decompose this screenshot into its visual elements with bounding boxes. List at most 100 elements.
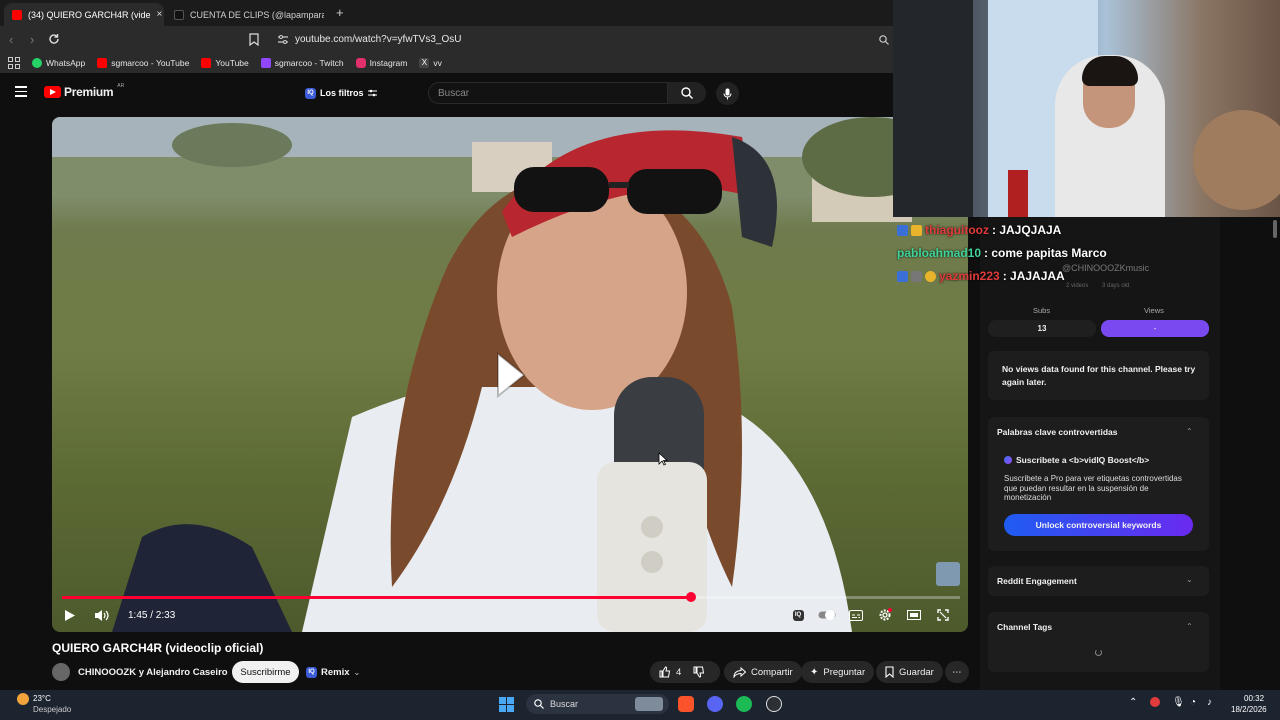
- chevron-down-icon[interactable]: ⌄: [1186, 575, 1193, 584]
- reload-icon[interactable]: [48, 33, 60, 45]
- like-button[interactable]: 4: [659, 666, 681, 678]
- bookmark-whatsapp[interactable]: WhatsApp: [32, 58, 85, 68]
- reddit-engagement-title[interactable]: Reddit Engagement: [997, 576, 1077, 586]
- weather-condition[interactable]: Despejado: [33, 705, 71, 714]
- microphone-icon[interactable]: 🎙: [1172, 697, 1185, 708]
- microphone-icon: [723, 88, 732, 99]
- brave-browser-icon[interactable]: [678, 696, 694, 712]
- controversial-keywords-title[interactable]: Palabras clave controvertidas: [997, 427, 1117, 437]
- bookmark-label: sgmarcoo - Twitch: [274, 58, 344, 68]
- taskbar-date[interactable]: 18/2/2026: [1231, 705, 1267, 714]
- chat-text: : come papitas Marco: [984, 246, 1107, 260]
- chevron-down-icon: ⌄: [353, 667, 361, 677]
- windows-start-icon[interactable]: [499, 697, 514, 712]
- save-button[interactable]: Guardar: [876, 661, 943, 683]
- search-input[interactable]: Buscar: [428, 82, 668, 104]
- speaker-icon[interactable]: ♪: [1207, 697, 1212, 708]
- bookmark-label: Instagram: [369, 58, 408, 68]
- chevron-up-icon[interactable]: ⌃: [1186, 622, 1193, 631]
- volume-icon[interactable]: [94, 609, 110, 622]
- subscribe-button[interactable]: Suscribirme: [232, 661, 299, 683]
- autoplay-toggle[interactable]: [817, 605, 837, 625]
- no-views-message: No views data found for this channel. Pl…: [1002, 364, 1196, 387]
- url-text: youtube.com/watch?v=yfwTVs3_OsU: [295, 34, 462, 45]
- bookmark-youtube[interactable]: YouTube: [201, 58, 249, 68]
- vidiq-filters-button[interactable]: IQ Los filtros: [305, 84, 377, 102]
- back-icon[interactable]: ‹: [9, 32, 13, 47]
- bookmark-instagram[interactable]: Instagram: [355, 58, 408, 68]
- tab-youtube[interactable]: (34) QUIERO GARCH4R (vide ×: [4, 3, 164, 26]
- apps-grid-icon[interactable]: [8, 57, 20, 69]
- thumbs-down-icon[interactable]: [693, 666, 705, 678]
- channel-name[interactable]: CHINOOOZK y Alejandro Caseiro: [78, 667, 228, 678]
- channel-watermark-avatar[interactable]: [936, 562, 960, 586]
- boost-description: Suscribete a Pro para ver etiquetas cont…: [1004, 474, 1182, 502]
- zoom-icon[interactable]: [879, 35, 889, 45]
- taskbar-search[interactable]: Buscar: [526, 694, 669, 714]
- obs-icon[interactable]: [766, 696, 782, 712]
- time-display: 1:45 / 2:33: [128, 610, 176, 621]
- channel-avatar[interactable]: [52, 663, 70, 681]
- bookmark-sgmarcoo-youtube[interactable]: sgmarcoo - YouTube: [97, 58, 189, 68]
- logo-text: Premium: [64, 85, 114, 99]
- instagram-icon: [355, 58, 366, 68]
- url-bar[interactable]: youtube.com/watch?v=yfwTVs3_OsU: [276, 30, 896, 49]
- center-play-icon[interactable]: [496, 352, 526, 398]
- x-icon: X: [419, 58, 430, 68]
- theater-mode-button[interactable]: [904, 605, 924, 625]
- chat-badge-icon: [911, 224, 922, 236]
- subtitles-button[interactable]: [846, 605, 866, 625]
- settings-button[interactable]: [875, 605, 895, 625]
- search-icon: [534, 699, 544, 709]
- forward-icon[interactable]: ›: [30, 32, 34, 47]
- chevron-up-icon[interactable]: ⌃: [1186, 427, 1193, 436]
- wifi-icon[interactable]: ◔: [1190, 697, 1196, 708]
- chat-message: thiaguitooz : JAJQJAJA: [897, 220, 1061, 240]
- bookmark-sgmarcoo-twitch[interactable]: sgmarcoo - Twitch: [260, 58, 344, 68]
- tray-app-icon[interactable]: [1150, 697, 1160, 707]
- tab-tiktok[interactable]: CUENTA DE CLIPS (@lapampara.clips: [166, 3, 324, 26]
- vidiq-player-button[interactable]: IQ: [788, 605, 808, 625]
- bookmark-star-icon[interactable]: [249, 33, 259, 46]
- loading-spinner-icon: [1095, 649, 1102, 656]
- youtube-premium-logo[interactable]: Premium AR: [44, 83, 124, 99]
- video-title: QUIERO GARCH4R (videoclip oficial): [52, 641, 264, 655]
- site-info-icon[interactable]: [278, 35, 288, 44]
- voice-search-button[interactable]: [716, 82, 739, 105]
- sliders-icon: [367, 89, 377, 97]
- twitch-icon: [260, 58, 271, 68]
- weather-icon[interactable]: [17, 693, 29, 705]
- views-label: Views: [1144, 306, 1164, 315]
- panel-scrollbar[interactable]: [1272, 217, 1277, 687]
- chevron-up-icon[interactable]: ⌃: [1129, 697, 1137, 708]
- taskbar-time[interactable]: 00:32: [1244, 694, 1264, 703]
- share-button[interactable]: Compartir: [724, 661, 802, 683]
- scrubber-handle[interactable]: [685, 592, 696, 602]
- hamburger-menu-icon[interactable]: [15, 86, 27, 100]
- weather-temperature[interactable]: 23°C: [33, 694, 51, 703]
- ask-label: Preguntar: [823, 666, 866, 678]
- remix-button[interactable]: IQ Remix ⌄: [306, 663, 360, 681]
- play-icon[interactable]: [64, 609, 76, 622]
- player-controls-right: IQ: [788, 605, 953, 625]
- fullscreen-button[interactable]: [933, 605, 953, 625]
- autoplay-toggle-icon: [818, 610, 836, 620]
- search-button[interactable]: [668, 82, 706, 104]
- subtitles-icon: [849, 609, 863, 621]
- new-tab-button[interactable]: +: [336, 5, 344, 20]
- bookmark-label: WhatsApp: [46, 58, 86, 68]
- spotify-icon[interactable]: [736, 696, 752, 712]
- scrollbar-thumb[interactable]: [1273, 220, 1277, 238]
- sparkle-icon: ✦: [810, 666, 819, 678]
- bookmark-label: vv: [433, 58, 442, 68]
- more-actions-button[interactable]: ⋯: [945, 661, 969, 683]
- unlock-controversial-keywords-button[interactable]: Unlock controversial keywords: [1004, 514, 1193, 536]
- close-tab-icon[interactable]: ×: [157, 9, 163, 20]
- chat-message: pabloahmad10 : come papitas Marco: [897, 243, 1107, 263]
- chat-username: yazmin223: [939, 269, 1000, 283]
- channel-tags-title[interactable]: Channel Tags: [997, 622, 1052, 632]
- search-icon: [681, 87, 693, 99]
- discord-icon[interactable]: [707, 696, 723, 712]
- ask-button[interactable]: ✦ Preguntar: [801, 661, 875, 683]
- bookmark-vv[interactable]: Xvv: [419, 58, 442, 68]
